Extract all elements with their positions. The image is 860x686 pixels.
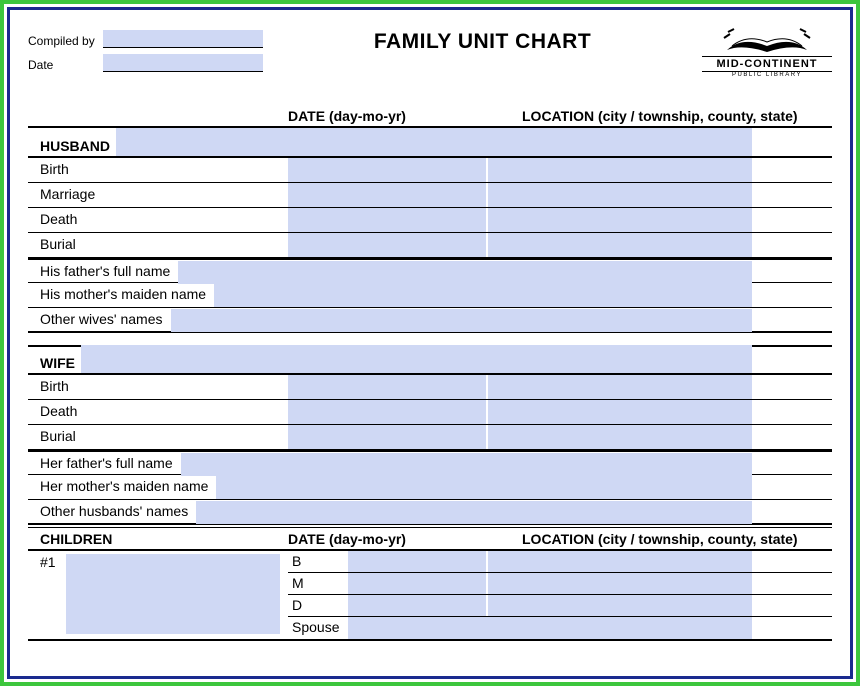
husband-label: HUSBAND [28,138,116,156]
child-1-block: #1 B M D Spouse [28,551,832,641]
wife-burial-label: Burial [28,425,288,449]
husband-mother-row: His mother's maiden name [28,283,832,308]
husband-other-wives-row: Other wives' names [28,308,832,333]
header-row: Compiled by Date FAMILY UNIT CHART MID-C… [28,24,832,78]
compiled-date-field[interactable] [103,54,263,72]
child-1-death-date[interactable] [348,595,488,616]
wife-mother-field[interactable] [216,476,752,499]
husband-mother-label: His mother's maiden name [28,283,214,307]
wife-mother-label: Her mother's maiden name [28,475,216,499]
logo-main-text: MID-CONTINENT [702,56,832,72]
husband-other-wives-field[interactable] [171,309,753,332]
wife-birth-label: Birth [28,375,288,399]
children-date-col: DATE (day-mo-yr) [288,531,492,547]
husband-row: HUSBAND [28,128,832,158]
wife-death-label: Death [28,400,288,424]
husband-marriage-location[interactable] [488,183,752,207]
husband-marriage-row: Marriage [28,183,832,208]
child-1-death-row: D [288,595,832,617]
compiled-block: Compiled by Date [28,24,263,78]
wife-burial-date[interactable] [288,425,488,449]
wife-father-row: Her father's full name [28,450,832,475]
col-location: LOCATION (city / township, county, state… [492,108,832,124]
children-location-col: LOCATION (city / township, county, state… [492,531,832,547]
child-1-spouse-label: Spouse [288,617,348,639]
wife-birth-location[interactable] [488,375,752,399]
husband-father-label: His father's full name [28,260,178,282]
child-1-spouse-field[interactable] [348,617,752,639]
child-1-death-location[interactable] [488,595,752,616]
inner-frame: Compiled by Date FAMILY UNIT CHART MID-C… [7,7,853,679]
wife-name-field[interactable] [81,345,752,373]
wife-birth-row: Birth [28,375,832,400]
wife-mother-row: Her mother's maiden name [28,475,832,500]
wife-row: WIFE [28,345,832,375]
compiled-by-label: Compiled by [28,34,103,48]
column-headers: DATE (day-mo-yr) LOCATION (city / townsh… [28,108,832,128]
wife-death-date[interactable] [288,400,488,424]
husband-death-date[interactable] [288,208,488,232]
wife-label: WIFE [28,355,81,373]
husband-burial-row: Burial [28,233,832,258]
child-1-b-label: B [288,551,348,572]
children-header: CHILDREN DATE (day-mo-yr) LOCATION (city… [28,527,832,551]
compiled-by-field[interactable] [103,30,263,48]
book-icon [722,26,812,54]
child-1-birth-date[interactable] [348,551,488,572]
husband-death-label: Death [28,208,288,232]
child-1-d-label: D [288,595,348,616]
wife-birth-date[interactable] [288,375,488,399]
child-1-birth-location[interactable] [488,551,752,572]
husband-birth-row: Birth [28,158,832,183]
wife-other-husbands-label: Other husbands' names [28,500,196,523]
child-1-m-label: M [288,573,348,594]
child-1-marriage-location[interactable] [488,573,752,594]
husband-birth-label: Birth [28,158,288,182]
husband-father-row: His father's full name [28,258,832,283]
date-label: Date [28,58,103,72]
husband-marriage-label: Marriage [28,183,288,207]
logo-sub-text: PUBLIC LIBRARY [702,72,832,78]
child-1-spouse-row: Spouse [288,617,832,639]
husband-death-location[interactable] [488,208,752,232]
col-date: DATE (day-mo-yr) [288,108,492,124]
child-1-marriage-date[interactable] [348,573,488,594]
wife-death-location[interactable] [488,400,752,424]
child-1-number: #1 [40,554,66,570]
wife-other-husbands-field[interactable] [196,501,752,524]
husband-burial-date[interactable] [288,233,488,257]
library-logo: MID-CONTINENT PUBLIC LIBRARY [702,24,832,78]
husband-death-row: Death [28,208,832,233]
husband-burial-location[interactable] [488,233,752,257]
husband-birth-location[interactable] [488,158,752,182]
child-1-marriage-row: M [288,573,832,595]
child-1-birth-row: B [288,551,832,573]
husband-mother-field[interactable] [214,284,752,307]
child-1-name-field[interactable] [66,554,280,634]
husband-marriage-date[interactable] [288,183,488,207]
wife-burial-location[interactable] [488,425,752,449]
husband-other-wives-label: Other wives' names [28,308,171,331]
wife-death-row: Death [28,400,832,425]
husband-father-field[interactable] [178,261,752,284]
husband-name-field[interactable] [116,128,752,156]
children-label: CHILDREN [28,531,288,547]
husband-birth-date[interactable] [288,158,488,182]
wife-father-field[interactable] [181,453,752,476]
wife-burial-row: Burial [28,425,832,450]
wife-father-label: Her father's full name [28,452,181,474]
husband-burial-label: Burial [28,233,288,257]
page-title: FAMILY UNIT CHART [374,24,591,54]
wife-other-husbands-row: Other husbands' names [28,500,832,525]
outer-frame: Compiled by Date FAMILY UNIT CHART MID-C… [0,0,860,686]
